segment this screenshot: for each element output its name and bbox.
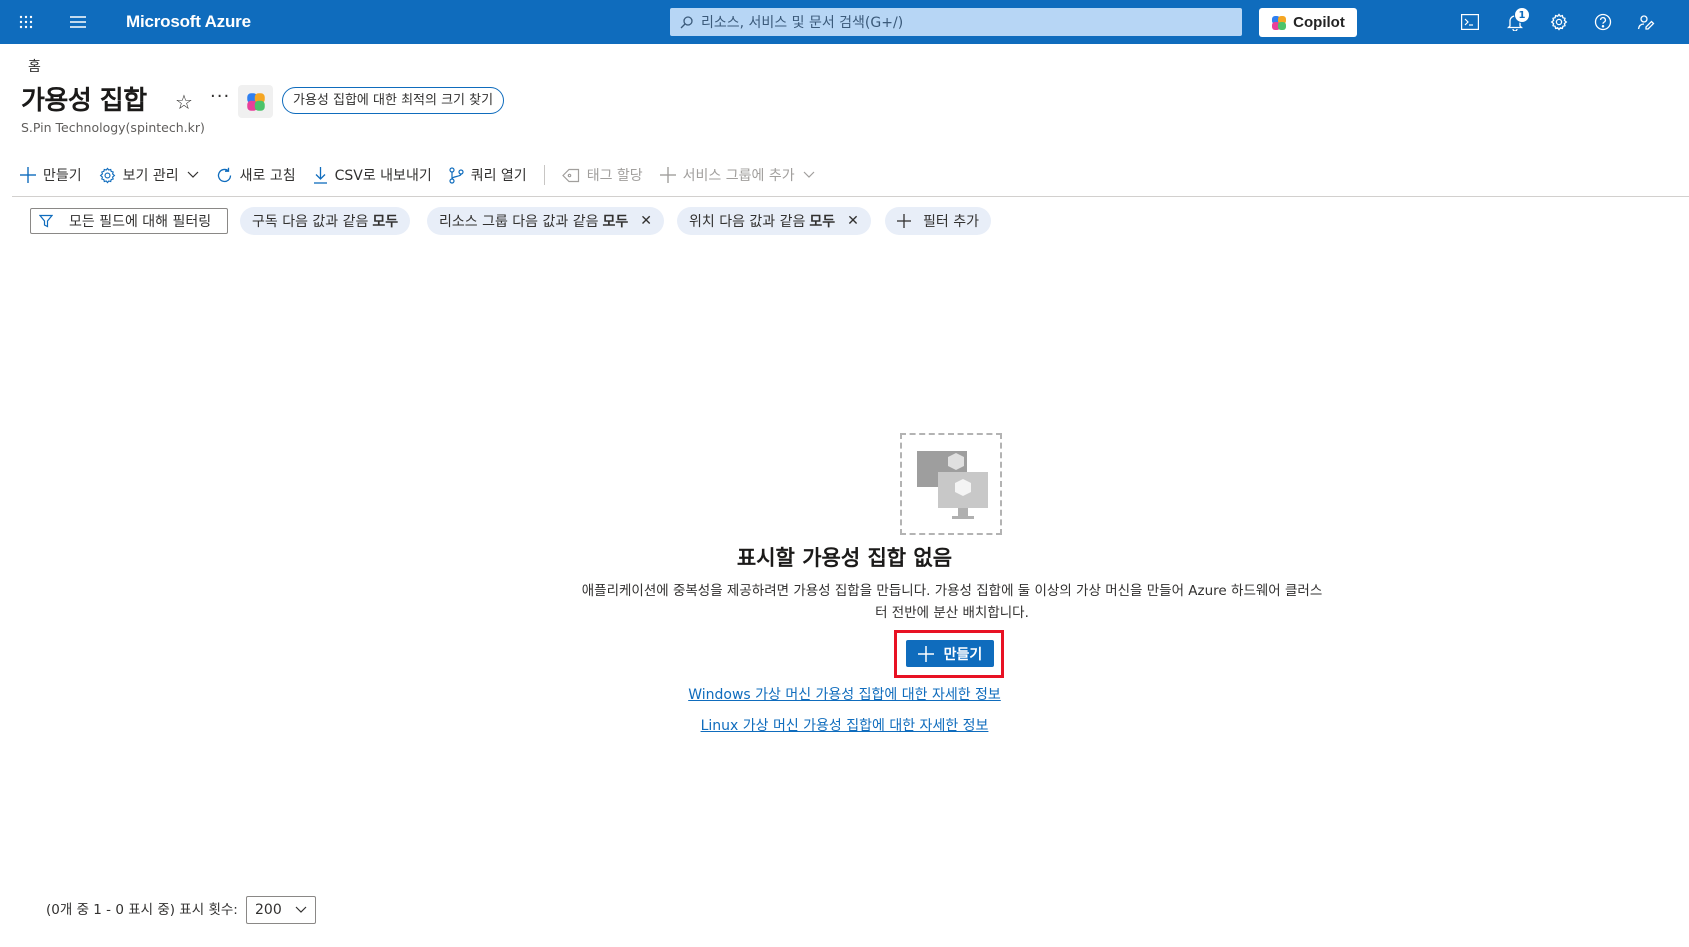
find-optimal-size-button[interactable]: 가용성 집합에 대한 최적의 크기 찾기: [282, 87, 505, 114]
empty-state-title: 표시할 가용성 집합 없음: [736, 546, 953, 570]
page-size-value: 200: [255, 902, 282, 918]
feedback-icon[interactable]: [1634, 0, 1658, 44]
filter-chip-location[interactable]: 위치 다음 값과 같음 모두 ✕: [677, 207, 871, 235]
download-icon: [313, 166, 327, 184]
filter-chip-value: 모두: [809, 214, 836, 230]
brand-title[interactable]: Microsoft Azure: [126, 0, 251, 44]
app-launcher-icon[interactable]: [14, 0, 38, 44]
filter-chip-resource-group[interactable]: 리소스 그룹 다음 값과 같음 모두 ✕: [427, 207, 664, 235]
command-bar-divider: [12, 196, 1689, 197]
manage-view-command[interactable]: 보기 관리: [99, 165, 199, 185]
filter-chip-label: 리소스 그룹 다음 값과 같음: [439, 214, 599, 230]
pagination-summary: (0개 중 1 - 0 표시 중) 표시 횟수:: [46, 902, 238, 918]
hamburger-menu-icon[interactable]: [66, 0, 90, 44]
filter-chip-label: 구독 다음 값과 같음: [252, 214, 369, 230]
chevron-down-icon: [803, 171, 815, 178]
gear-icon: [99, 166, 115, 184]
open-query-command[interactable]: 쿼리 열기: [449, 165, 527, 185]
chevron-down-icon: [295, 906, 307, 913]
assign-tags-command[interactable]: 태그 할당: [561, 165, 643, 185]
settings-gear-icon[interactable]: [1547, 0, 1571, 44]
copilot-logo-icon: [1272, 15, 1287, 30]
remove-filter-close-icon[interactable]: ✕: [640, 213, 652, 229]
help-question-icon[interactable]: [1591, 0, 1615, 44]
copilot-logo-icon: [246, 92, 265, 111]
page-size-select[interactable]: 200: [246, 896, 316, 924]
create-button-label: 만들기: [943, 646, 983, 663]
tag-icon: [561, 168, 579, 182]
add-to-service-group-label: 서비스 그룹에 추가: [682, 168, 795, 184]
plus-icon: [917, 645, 934, 662]
remove-filter-close-icon[interactable]: ✕: [847, 213, 859, 229]
refresh-icon: [217, 167, 231, 182]
filter-funnel-icon: [39, 214, 53, 228]
windows-learn-more-link[interactable]: Windows 가상 머신 가용성 집합에 대한 자세한 정보: [0, 684, 1689, 704]
directory-subtitle: S.Pin Technology(spintech.kr): [21, 120, 205, 135]
refresh-label: 새로 고침: [239, 168, 296, 184]
empty-state-description: 애플리케이션에 중복성을 제공하려면 가용성 집합을 만듭니다. 가용성 집합에…: [581, 583, 1323, 621]
command-bar: 만들기 보기 관리 새로 고침 CSV로 내보내기 쿼리 열기 태그 할당 서비…: [20, 163, 832, 187]
availability-set-placeholder-icon: [900, 433, 1002, 535]
plus-icon: [659, 167, 676, 183]
add-filter-button[interactable]: 필터 추가: [885, 207, 991, 235]
plus-icon: [897, 214, 911, 228]
search-icon: [680, 15, 693, 28]
create-command-label: 만들기: [43, 168, 82, 184]
search-placeholder: 리소스, 서비스 및 문서 검색(G+/): [701, 15, 904, 31]
manage-view-label: 보기 관리: [122, 168, 179, 184]
refresh-command[interactable]: 새로 고침: [216, 165, 296, 185]
filter-placeholder: 모든 필드에 대해 필터링: [69, 214, 212, 230]
export-csv-label: CSV로 내보내기: [334, 168, 432, 184]
favorite-star-icon[interactable]: ☆: [175, 90, 193, 114]
query-branch-icon: [449, 166, 464, 184]
global-search-input[interactable]: 리소스, 서비스 및 문서 검색(G+/): [670, 8, 1242, 36]
more-options-icon[interactable]: ···: [210, 86, 230, 107]
assign-tags-label: 태그 할당: [586, 168, 643, 184]
top-bar: Microsoft Azure 리소스, 서비스 및 문서 검색(G+/) Co…: [0, 0, 1689, 44]
add-to-service-group-command[interactable]: 서비스 그룹에 추가: [659, 165, 815, 185]
export-csv-command[interactable]: CSV로 내보내기: [313, 165, 432, 185]
plus-icon: [20, 167, 36, 183]
notification-count-badge: 1: [1514, 7, 1530, 23]
linux-learn-more-link[interactable]: Linux 가상 머신 가용성 집합에 대한 자세한 정보: [0, 715, 1689, 735]
filter-chip-value: 모두: [602, 214, 629, 230]
chevron-down-icon: [187, 171, 199, 178]
add-filter-label: 필터 추가: [923, 214, 979, 230]
filter-all-fields-input[interactable]: 모든 필드에 대해 필터링: [30, 208, 228, 234]
create-availability-set-button[interactable]: 만들기: [906, 640, 994, 667]
copilot-button[interactable]: Copilot: [1259, 8, 1357, 37]
filter-chip-label: 위치 다음 값과 같음: [689, 214, 806, 230]
copilot-assist-button[interactable]: [238, 85, 273, 118]
cloud-shell-icon[interactable]: [1458, 0, 1482, 44]
copilot-label: Copilot: [1293, 14, 1345, 31]
breadcrumb-home[interactable]: 홈: [28, 56, 41, 76]
filter-chip-value: 모두: [372, 214, 399, 230]
open-query-label: 쿼리 열기: [470, 168, 527, 184]
filter-chip-subscription[interactable]: 구독 다음 값과 같음 모두: [240, 207, 411, 235]
page-title: 가용성 집합: [21, 86, 147, 116]
command-separator: [543, 165, 545, 185]
create-command[interactable]: 만들기: [20, 165, 82, 185]
